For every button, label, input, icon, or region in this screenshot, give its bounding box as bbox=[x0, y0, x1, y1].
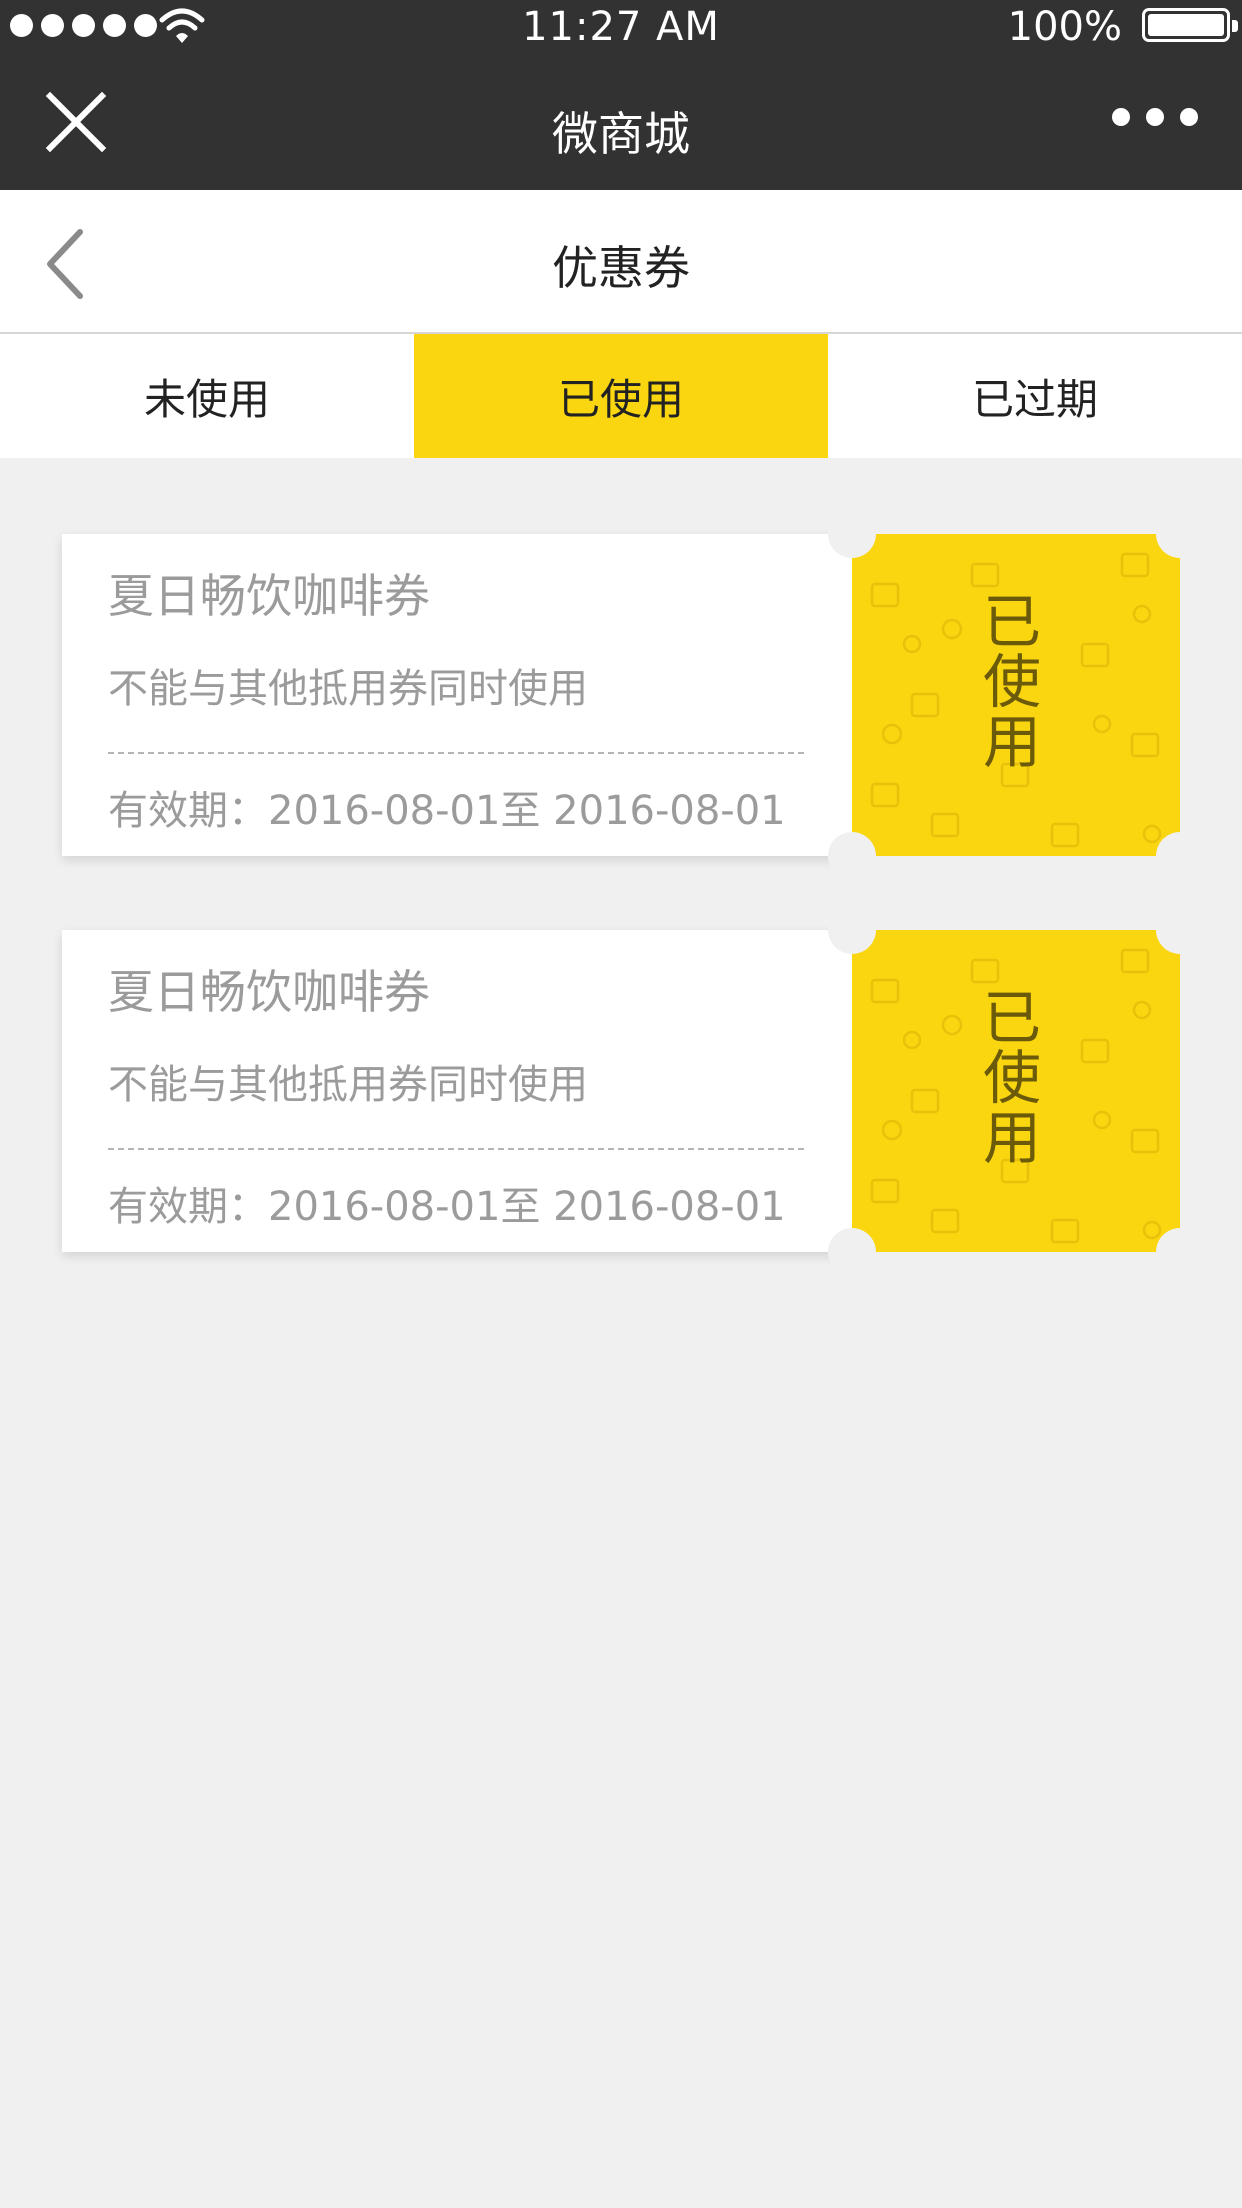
coupon-divider bbox=[108, 1148, 804, 1150]
page-title: 优惠券 bbox=[552, 241, 690, 295]
page-header: 优惠券 bbox=[0, 190, 1242, 334]
coupon-name: 夏日畅饮咖啡券 bbox=[108, 965, 430, 1019]
notch bbox=[1156, 510, 1204, 558]
tab-unused[interactable]: 未使用 bbox=[0, 334, 414, 458]
coupon-stub: 已使用 bbox=[852, 534, 1180, 856]
coupon-validity: 有效期：2016-08-01至 2016-08-01 bbox=[108, 1184, 786, 1230]
notch bbox=[828, 906, 876, 954]
tab-used[interactable]: 已使用 bbox=[414, 334, 828, 458]
coupon-body: 夏日畅饮咖啡券 不能与其他抵用券同时使用 有效期：2016-08-01至 201… bbox=[62, 930, 852, 1252]
coupon-stub: 已使用 bbox=[852, 930, 1180, 1252]
coupon-card[interactable]: 夏日畅饮咖啡券 不能与其他抵用券同时使用 有效期：2016-08-01至 201… bbox=[62, 906, 1204, 1276]
notch bbox=[1156, 832, 1204, 880]
tab-expired[interactable]: 已过期 bbox=[828, 334, 1242, 458]
battery-percentage: 100% bbox=[1007, 4, 1122, 50]
notch bbox=[828, 832, 876, 880]
coupon-name: 夏日畅饮咖啡券 bbox=[108, 569, 430, 623]
notch bbox=[1156, 906, 1204, 954]
battery-icon bbox=[1142, 8, 1238, 42]
status-bar: 11:27 AM 100% bbox=[0, 0, 1242, 52]
more-icon[interactable] bbox=[1112, 108, 1198, 126]
coupon-divider bbox=[108, 752, 804, 754]
coupon-description: 不能与其他抵用券同时使用 bbox=[108, 1062, 588, 1108]
coupon-validity: 有效期：2016-08-01至 2016-08-01 bbox=[108, 788, 786, 834]
notch bbox=[828, 510, 876, 558]
coupon-status: 已使用 bbox=[982, 588, 1041, 776]
notch bbox=[828, 1228, 876, 1276]
coupon-body: 夏日畅饮咖啡券 不能与其他抵用券同时使用 有效期：2016-08-01至 201… bbox=[62, 534, 852, 856]
coupon-status: 已使用 bbox=[982, 984, 1041, 1172]
navbar: 微商城 bbox=[0, 52, 1242, 190]
coupon-card[interactable]: 夏日畅饮咖啡券 不能与其他抵用券同时使用 有效期：2016-08-01至 201… bbox=[62, 510, 1204, 880]
notch bbox=[1156, 1228, 1204, 1276]
nav-title: 微商城 bbox=[552, 107, 690, 161]
coupon-tabs: 未使用 已使用 已过期 bbox=[0, 334, 1242, 458]
coupon-description: 不能与其他抵用券同时使用 bbox=[108, 666, 588, 712]
